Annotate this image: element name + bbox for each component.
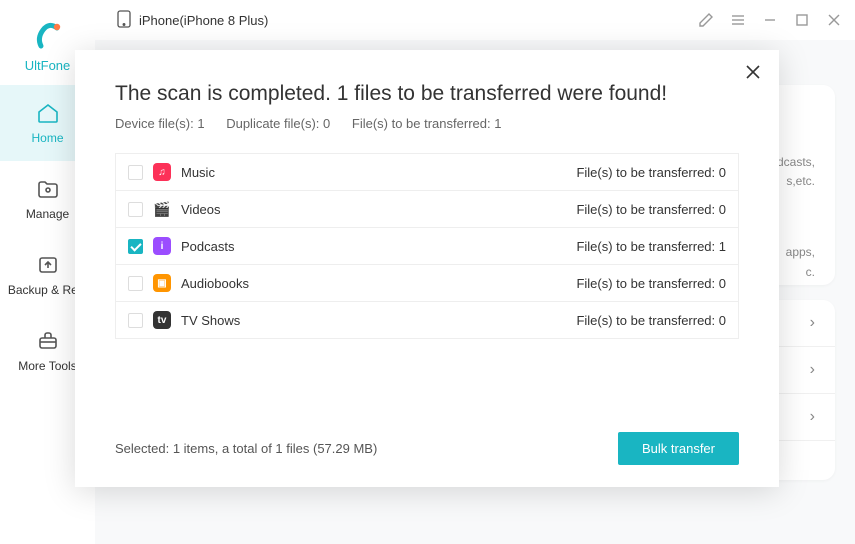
- file-transfer-count: File(s) to be transferred: 1: [576, 239, 726, 254]
- menu-icon[interactable]: [729, 11, 747, 29]
- file-list: ♫ Music File(s) to be transferred: 0 🎬 Video…: [115, 153, 739, 339]
- brand-logo-icon: [31, 18, 65, 52]
- chevron-right-icon: ›: [810, 314, 815, 332]
- file-row-audiobooks[interactable]: ▣ Audiobooks File(s) to be transferred: 0: [116, 265, 738, 302]
- modal-footer: Selected: 1 items, a total of 1 files (5…: [75, 410, 779, 487]
- checkbox[interactable]: [128, 313, 143, 328]
- minimize-icon[interactable]: [761, 11, 779, 29]
- window-close-icon[interactable]: [825, 11, 843, 29]
- checkbox[interactable]: [128, 165, 143, 180]
- checkbox[interactable]: [128, 202, 143, 217]
- file-name: Music: [181, 165, 215, 180]
- folder-icon: [36, 177, 60, 201]
- maximize-icon[interactable]: [793, 11, 811, 29]
- file-row-videos[interactable]: 🎬 Videos File(s) to be transferred: 0: [116, 191, 738, 228]
- brand-name: UltFone: [25, 58, 71, 73]
- duplicate-file-count: Duplicate file(s): 0: [226, 116, 330, 131]
- file-name: Podcasts: [181, 239, 234, 254]
- music-icon: ♫: [153, 163, 171, 181]
- audiobooks-icon: ▣: [153, 274, 171, 292]
- close-icon[interactable]: [743, 62, 763, 82]
- file-transfer-count: File(s) to be transferred: 0: [576, 165, 726, 180]
- modal-title: The scan is completed. 1 files to be tra…: [115, 82, 739, 106]
- toolbox-icon: [36, 329, 60, 353]
- chevron-right-icon: ›: [810, 361, 815, 379]
- selected-summary: Selected: 1 items, a total of 1 files (5…: [115, 441, 377, 456]
- transfer-file-count: File(s) to be transferred: 1: [352, 116, 502, 131]
- backup-icon: [36, 253, 60, 277]
- tvshows-icon: tv: [153, 311, 171, 329]
- file-row-podcasts[interactable]: i Podcasts File(s) to be transferred: 1: [116, 228, 738, 265]
- modal-subtitle: Device file(s): 1 Duplicate file(s): 0 F…: [115, 116, 739, 131]
- chevron-right-icon: ›: [810, 408, 815, 426]
- phone-icon: [117, 10, 131, 31]
- file-name: Audiobooks: [181, 276, 249, 291]
- modal-header: The scan is completed. 1 files to be tra…: [75, 50, 779, 135]
- podcasts-icon: i: [153, 237, 171, 255]
- file-row-music[interactable]: ♫ Music File(s) to be transferred: 0: [116, 154, 738, 191]
- file-name: Videos: [181, 202, 221, 217]
- edit-icon[interactable]: [697, 11, 715, 29]
- checkbox[interactable]: [128, 239, 143, 254]
- device-file-count: Device file(s): 1: [115, 116, 205, 131]
- device-info: iPhone(iPhone 8 Plus): [117, 10, 268, 31]
- home-icon: [36, 101, 60, 125]
- bulk-transfer-button[interactable]: Bulk transfer: [618, 432, 739, 465]
- topbar: iPhone(iPhone 8 Plus): [95, 0, 855, 40]
- file-transfer-count: File(s) to be transferred: 0: [576, 202, 726, 217]
- device-name: iPhone(iPhone 8 Plus): [139, 13, 268, 28]
- videos-icon: 🎬: [153, 200, 171, 218]
- file-row-tvshows[interactable]: tv TV Shows File(s) to be transferred: 0: [116, 302, 738, 338]
- file-name: TV Shows: [181, 313, 240, 328]
- checkbox[interactable]: [128, 276, 143, 291]
- topbar-controls: [697, 11, 843, 29]
- logo-area: UltFone: [25, 0, 71, 85]
- scan-complete-modal: The scan is completed. 1 files to be tra…: [75, 50, 779, 487]
- file-transfer-count: File(s) to be transferred: 0: [576, 276, 726, 291]
- file-transfer-count: File(s) to be transferred: 0: [576, 313, 726, 328]
